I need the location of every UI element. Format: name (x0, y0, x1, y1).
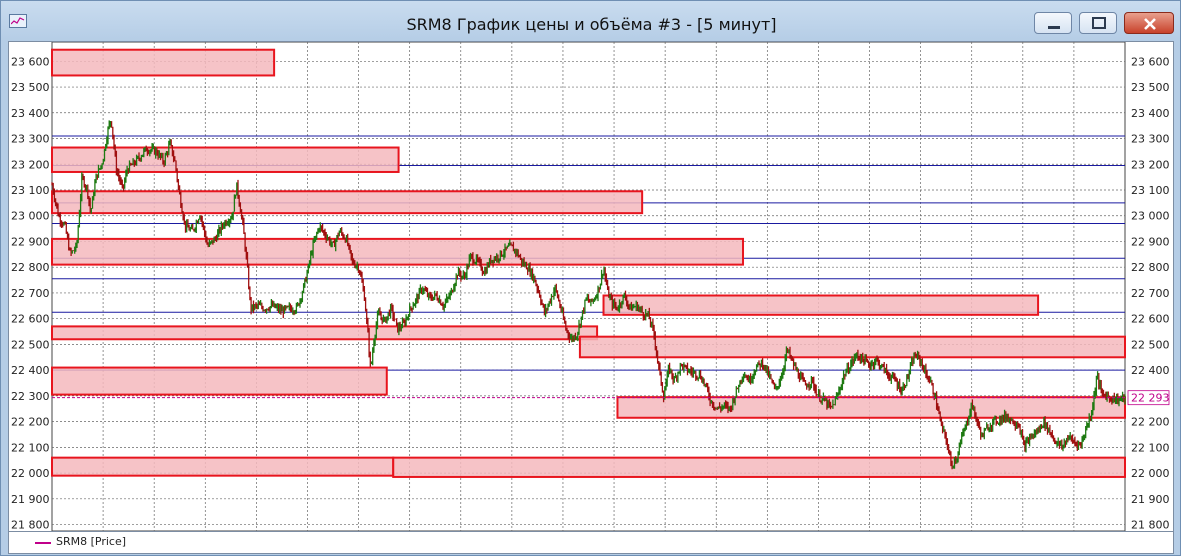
price-zone (51, 456, 395, 477)
y-tick-label: 22 700 (11, 287, 50, 300)
y-tick-label: 23 400 (1131, 107, 1170, 120)
y-tick-label: 22 000 (11, 467, 50, 480)
chart-window: SRM8 График цены и объёма #3 - [5 минут]… (0, 0, 1181, 556)
price-zones (51, 48, 1126, 478)
y-axis-right: 21 800 21 900 22 000 22 100 22 200 22 400 22 5… (1131, 55, 1170, 531)
y-tick-label: 22 900 (11, 235, 50, 248)
current-price-label: 22 293 (1131, 392, 1170, 405)
y-tick-label: 22 400 (1131, 364, 1170, 377)
maximize-button[interactable] (1079, 12, 1117, 34)
y-tick-label: 23 300 (11, 133, 50, 146)
price-zone (51, 325, 599, 341)
y-tick-label: 23 400 (11, 107, 50, 120)
title-bar[interactable]: SRM8 График цены и объёма #3 - [5 минут] (1, 1, 1181, 41)
y-tick-label: 22 500 (1131, 338, 1170, 351)
price-zone (51, 190, 644, 215)
price-zone (51, 48, 276, 77)
y-tick-label: 21 800 (1131, 519, 1170, 531)
y-tick-label: 22 100 (11, 441, 50, 454)
y-tick-label: 23 000 (11, 210, 50, 223)
price-zone (392, 456, 1126, 478)
y-tick-label: 22 500 (11, 338, 50, 351)
y-tick-label: 23 000 (1131, 210, 1170, 223)
y-tick-label: 23 100 (1131, 184, 1170, 197)
legend-label: SRM8 [Price] (56, 535, 127, 548)
close-icon (1144, 18, 1156, 30)
y-tick-label: 22 800 (11, 261, 50, 274)
y-axis-left: 21 800 21 900 22 000 22 100 22 200 22 300 22 4… (11, 55, 50, 531)
y-tick-label: 23 500 (11, 81, 50, 94)
y-tick-label: 23 200 (11, 158, 50, 171)
y-tick-label: 21 900 (1131, 493, 1170, 506)
y-tick-label: 22 400 (11, 364, 50, 377)
y-tick-label: 23 500 (1131, 81, 1170, 94)
y-tick-label: 21 800 (11, 519, 50, 531)
y-tick-label: 22 800 (1131, 261, 1170, 274)
y-tick-label: 22 200 (1131, 416, 1170, 429)
minimize-button[interactable] (1034, 12, 1072, 34)
y-tick-label: 22 700 (1131, 287, 1170, 300)
legend-swatch (35, 542, 51, 544)
y-tick-label: 23 600 (1131, 55, 1170, 68)
price-zone (578, 335, 1126, 359)
y-tick-label: 22 300 (11, 390, 50, 403)
window-title: SRM8 График цены и объёма #3 - [5 минут] (406, 15, 777, 34)
y-tick-label: 22 000 (1131, 467, 1170, 480)
close-button[interactable] (1124, 12, 1174, 34)
y-tick-label: 23 100 (11, 184, 50, 197)
legend-bar: SRM8 [Price] (8, 532, 1174, 554)
y-tick-label: 22 200 (11, 416, 50, 429)
price-zone (616, 396, 1126, 419)
price-zone (602, 294, 1040, 316)
y-tick-label: 23 300 (1131, 133, 1170, 146)
y-tick-label: 22 600 (1131, 313, 1170, 326)
price-chart[interactable]: 22 293 21 800 21 900 22 000 22 100 22 200 22 … (9, 41, 1173, 532)
y-tick-label: 21 900 (11, 493, 50, 506)
y-tick-label: 22 600 (11, 313, 50, 326)
maximize-icon (1092, 17, 1106, 29)
y-tick-label: 23 200 (1131, 158, 1170, 171)
y-tick-label: 23 600 (11, 55, 50, 68)
y-tick-label: 22 100 (1131, 441, 1170, 454)
minimize-icon (1048, 26, 1060, 29)
price-zone (51, 237, 745, 266)
price-zone (51, 366, 388, 396)
chart-area[interactable]: 22 293 21 800 21 900 22 000 22 100 22 200 22 … (8, 41, 1174, 532)
y-tick-label: 22 900 (1131, 235, 1170, 248)
